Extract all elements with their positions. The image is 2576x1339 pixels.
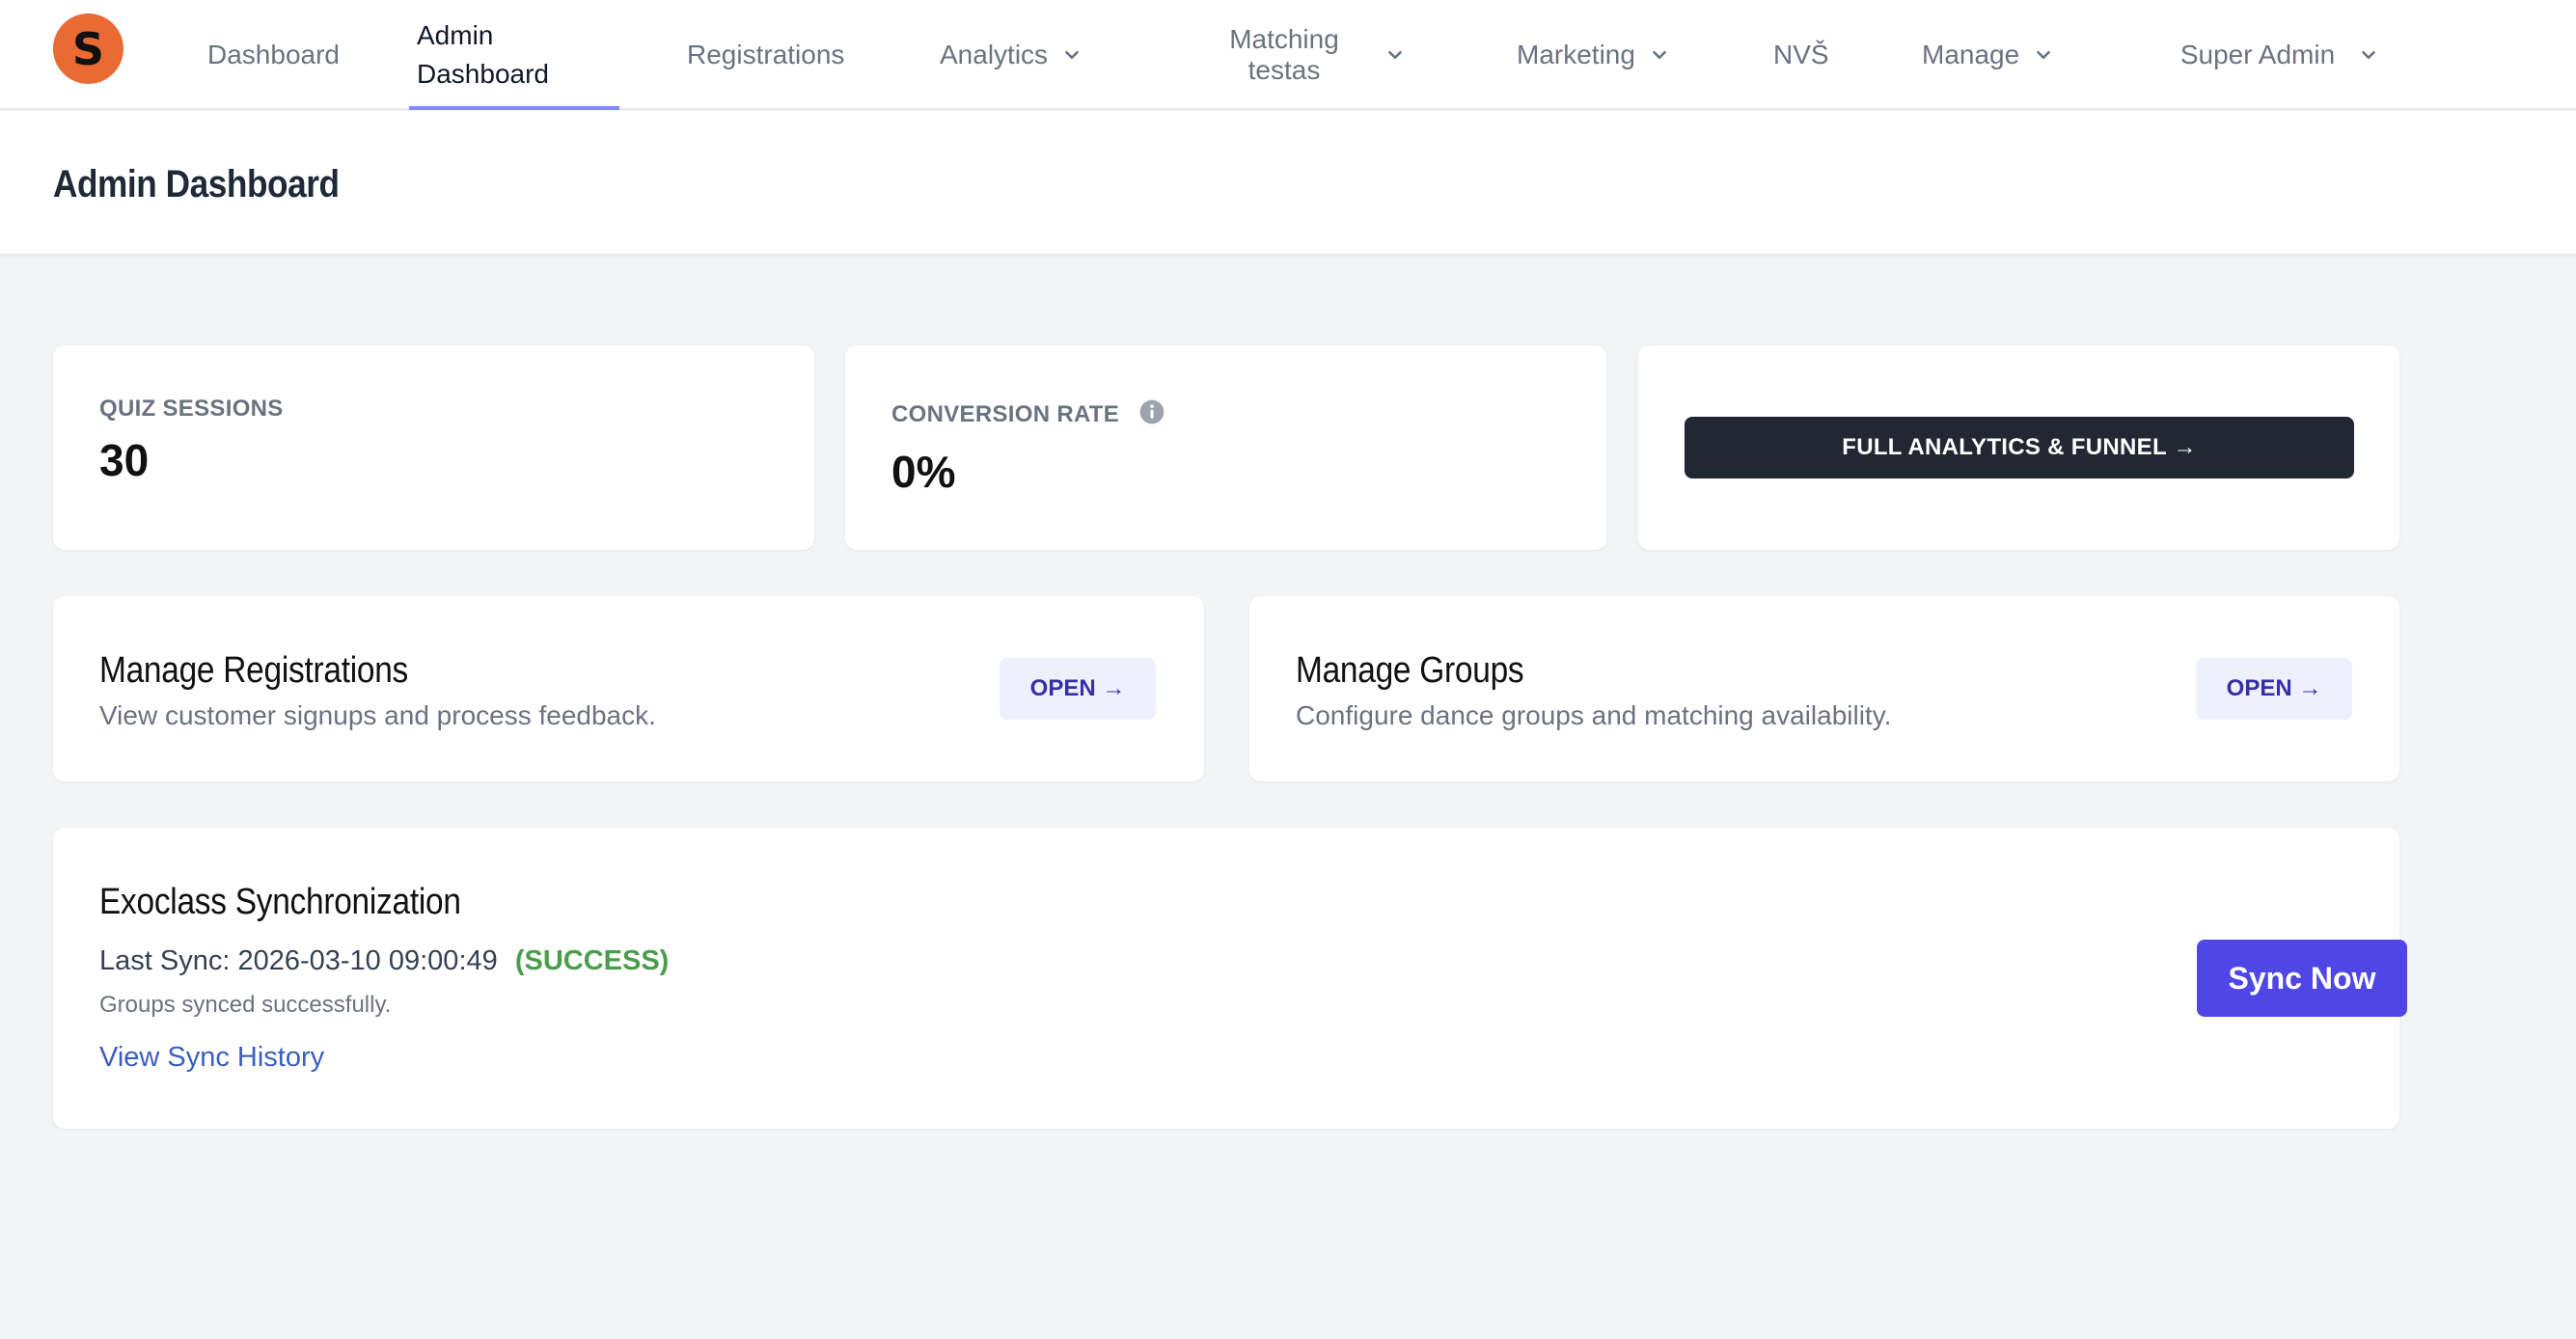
nav-admin-dashboard[interactable]: Admin Dashboard (417, 0, 610, 110)
nav-marketing[interactable]: Marketing (1517, 0, 1670, 110)
sync-now-button[interactable]: Sync Now (2197, 940, 2407, 1017)
sync-title: Exoclass Synchronization (99, 882, 461, 922)
logo-letter: S (71, 22, 105, 75)
top-navigation: S Dashboard Admin Dashboard Registration… (0, 0, 2576, 110)
full-analytics-button[interactable]: FULL ANALYTICS & FUNNEL → (1685, 417, 2354, 478)
sync-status-badge: (SUCCESS) (514, 945, 670, 976)
nav-dashboard[interactable]: Dashboard (207, 0, 340, 110)
nav-registrations-label: Registrations (687, 40, 845, 69)
nav-marketing-label: Marketing (1517, 40, 1635, 69)
nav-manage-label: Manage (1922, 40, 2020, 69)
nav-admin-dashboard-label: Admin Dashboard (417, 20, 549, 89)
nav-dashboard-label: Dashboard (207, 40, 340, 69)
chevron-down-icon (2037, 50, 2051, 60)
analytics-card: FULL ANALYTICS & FUNNEL → (1638, 345, 2399, 550)
conversion-rate-value: 0% (891, 447, 956, 497)
nav-registrations[interactable]: Registrations (687, 0, 844, 110)
conversion-rate-label-row: CONVERSION RATE (891, 399, 1165, 428)
brand-logo[interactable]: S (53, 14, 123, 84)
nav-manage[interactable]: Manage (1922, 0, 2054, 110)
manage-groups-description: Configure dance groups and matching avai… (1296, 700, 1892, 730)
open-registrations-button[interactable]: OPEN → (1000, 658, 1156, 720)
nav-analytics-label: Analytics (940, 40, 1049, 69)
last-sync-time: 2026-03-10 09:00:49 (237, 945, 498, 976)
quiz-sessions-label: QUIZ SESSIONS (99, 396, 284, 422)
nav-super-admin-label: Super Admin (2179, 40, 2336, 69)
chevron-down-icon (1388, 50, 1402, 60)
manage-registrations-title: Manage Registrations (99, 650, 409, 691)
manage-registrations-card: Manage Registrations View customer signu… (53, 596, 1204, 781)
sync-note: Groups synced successfully. (99, 992, 392, 1018)
last-sync-label: Last Sync: (99, 945, 231, 976)
page-header: Admin Dashboard (0, 111, 2576, 254)
nav-matching-label: Matching testas (1229, 24, 1339, 85)
manage-groups-card: Manage Groups Configure dance groups and… (1249, 596, 2399, 781)
nav-nvs-label: NVŠ (1773, 40, 1829, 69)
exoclass-sync-card: Exoclass Synchronization Last Sync: 2026… (53, 828, 2407, 1129)
chevron-down-icon (1653, 50, 1666, 60)
nav-super-admin[interactable]: Super Admin (2171, 0, 2379, 110)
chevron-down-icon (2362, 50, 2375, 60)
nav-nvs[interactable]: NVŠ (1773, 0, 1829, 110)
manage-groups-title: Manage Groups (1296, 650, 1524, 691)
info-icon[interactable] (1139, 399, 1165, 424)
conversion-rate-label: CONVERSION RATE (891, 401, 1120, 427)
view-sync-history-link[interactable]: View Sync History (99, 1042, 324, 1074)
quiz-sessions-value: 30 (99, 435, 150, 485)
manage-registrations-description: View customer signups and process feedba… (99, 700, 656, 730)
nav-matching[interactable]: Matching testas (1197, 0, 1406, 110)
active-tab-indicator (409, 106, 619, 110)
quiz-sessions-card: QUIZ SESSIONS 30 (53, 345, 814, 550)
open-groups-button[interactable]: OPEN → (2196, 658, 2352, 720)
last-sync-line: Last Sync: 2026-03-10 09:00:49 (SUCCESS) (99, 945, 669, 977)
chevron-down-icon (1065, 50, 1079, 60)
nav-analytics[interactable]: Analytics (940, 0, 1082, 110)
conversion-rate-card: CONVERSION RATE 0% (845, 345, 1606, 550)
page-title: Admin Dashboard (53, 163, 340, 205)
